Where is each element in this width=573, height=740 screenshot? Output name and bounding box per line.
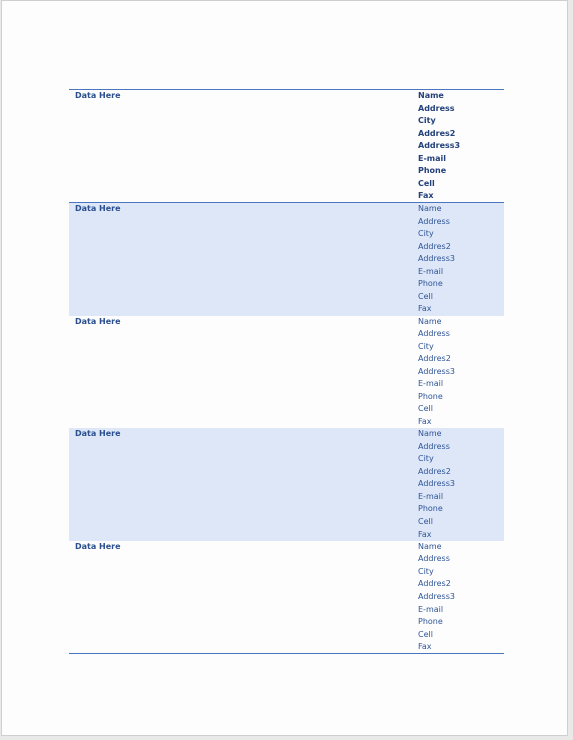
field-label: Phone [418,391,443,401]
field-label: E-mail [418,266,444,276]
field-label: Fax [418,304,432,314]
field-label: E-mail [418,491,444,501]
field-label: Cell [418,178,435,188]
field-label: Cell [418,404,433,414]
field-label: E-mail [418,379,444,389]
field-label: Name [418,204,442,213]
field-list: Name Address City Addres2 Address3 E-mail Phon… [418,203,455,316]
field-label: Fax [418,191,434,201]
row-label: Data Here [75,541,121,551]
field-label: Addres2 [418,579,451,589]
table-row: Data Here Name Address City Addres2 Address3 E… [69,428,504,541]
field-label: Name [418,429,442,439]
field-list: Name Address City Addres2 Address3 E-mail Phon… [418,541,455,654]
field-label: Addres2 [418,128,456,138]
field-label: Address [418,329,450,339]
field-label: Address3 [418,366,455,376]
field-label: City [418,454,434,464]
field-label: Address [418,554,450,564]
row-label: Data Here [75,316,121,326]
field-label: Phone [418,279,443,289]
field-list: Name Address City Addres2 Address3 E-mail Phon… [418,90,460,203]
field-label: Addres2 [418,241,451,251]
field-label: Address [418,103,455,113]
table-row: Data Here Name Address City Addres2 Address3 E… [69,203,504,316]
row-label: Data Here [75,429,121,439]
field-label: Address3 [418,254,455,264]
field-label: Name [418,541,442,551]
field-label: Cell [418,517,433,527]
field-label: Addres2 [418,466,451,476]
field-label: City [418,116,436,126]
field-label: Fax [418,416,432,426]
field-list: Name Address City Addres2 Address3 E-mail Phon… [418,428,455,541]
table-row: Data Here Name Address City Addres2 Address3 E… [69,541,504,654]
table-row: Data Here Name Address City Addres2 Address3 E… [69,90,504,203]
field-label: E-mail [418,153,447,163]
field-label: Phone [418,617,443,627]
field-label: E-mail [418,604,444,614]
field-label: Name [418,91,444,100]
field-list: Name Address City Addres2 Address3 E-mail Phon… [418,316,455,429]
row-label: Data Here [75,91,121,100]
field-label: Name [418,316,442,326]
field-label: Address3 [418,479,455,489]
field-label: City [418,229,434,239]
field-label: City [418,341,434,351]
field-label: Cell [418,291,433,301]
field-label: Fax [418,642,432,652]
contact-table: Data Here Name Address City Addres2 Address3 E… [69,89,504,655]
field-label: Address3 [418,591,455,601]
field-label: Address [418,441,450,451]
field-label: Address3 [418,141,461,151]
table-row: Data Here Name Address City Addres2 Address3 E… [69,316,504,429]
row-label: Data Here [75,204,121,213]
field-label: Addres2 [418,354,451,364]
field-label: Phone [418,504,443,514]
field-label: Cell [418,629,433,639]
field-label: Phone [418,166,447,176]
field-label: Fax [418,529,432,539]
document-page: Data Here Name Address City Addres2 Address3 E… [1,0,568,736]
field-label: City [418,566,434,576]
field-label: Address [418,216,450,226]
